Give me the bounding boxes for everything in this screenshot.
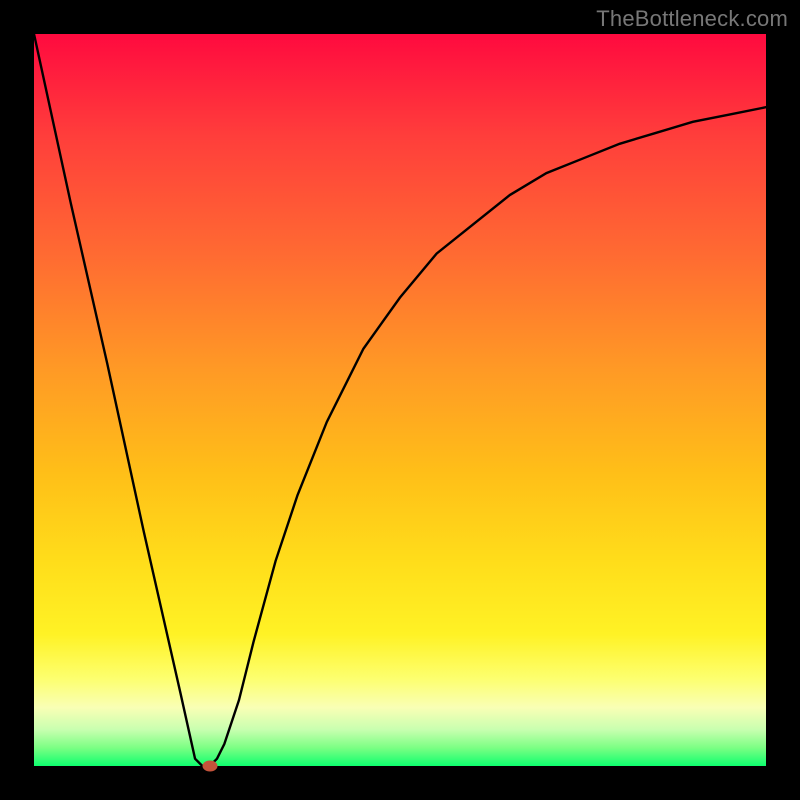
watermark-text: TheBottleneck.com: [596, 6, 788, 32]
chart-stage: TheBottleneck.com: [0, 0, 800, 800]
minimum-marker: [202, 761, 217, 772]
plot-area: [34, 34, 766, 766]
bottleneck-curve: [34, 34, 766, 766]
